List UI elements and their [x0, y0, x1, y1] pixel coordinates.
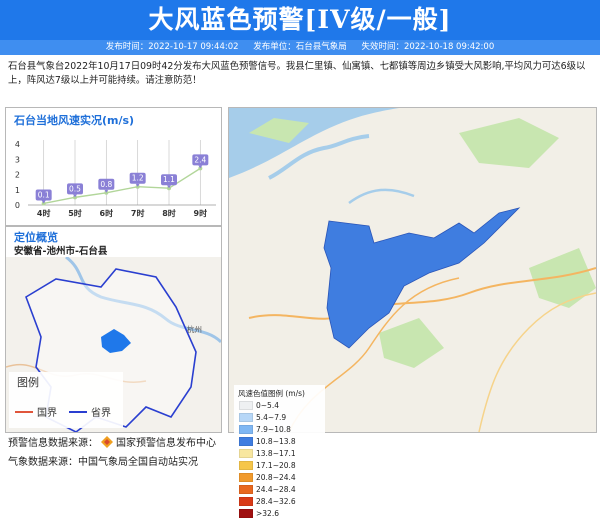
location-legend: 图例 国界 省界 — [9, 372, 123, 428]
wind-legend-row: 28.4~32.6 — [239, 496, 296, 506]
wind-legend-swatch — [239, 496, 253, 506]
wind-speed-chart-panel: 石台当地风速实况(m/s) 0 1 2 3 4 0.1 4时 0.5 5时 0.8 6时 1.2 7时 1… — [5, 107, 222, 226]
wind-legend-row: 13.8~17.1 — [239, 448, 296, 458]
legend-province-border: 省界 — [69, 404, 111, 419]
wind-legend-label: 24.4~28.4 — [256, 484, 296, 494]
warning-source-value[interactable]: 国家预警信息发布中心 — [116, 434, 216, 449]
warning-meta-bar: 发布时间：2022-10-17 09:44:02 发布单位：石台县气象局 失效时… — [0, 40, 600, 55]
data-label: 0.8 — [100, 180, 112, 189]
warning-source-label: 预警信息数据来源： — [8, 438, 98, 449]
title-banner: 大风蓝色预警[IV级/一般] — [0, 0, 600, 40]
wind-legend-swatch — [239, 400, 253, 410]
warning-title: 大风蓝色预警[IV级/一般] — [148, 5, 452, 34]
wind-legend-row: 20.8~24.4 — [239, 472, 296, 482]
wind-legend: 风速色值图例 (m/s) 0~5.4 5.4~7.9 7.9~10.8 10.8… — [234, 385, 325, 526]
wind-speed-chart: 0 1 2 3 4 0.1 4时 0.5 5时 0.8 6时 1.2 7时 1.1 8时 2.4 9时 — [15, 140, 216, 218]
wind-legend-label: 10.8~13.8 — [256, 436, 296, 446]
wind-legend-label: 13.8~17.1 — [256, 448, 296, 458]
y-tick-label: 0 — [15, 201, 20, 210]
province-border-swatch — [69, 410, 87, 413]
expire-time: 失效时间：2022-10-18 09:42:00 — [361, 42, 495, 52]
wind-legend-swatch — [239, 412, 253, 422]
wind-legend-row: 0~5.4 — [239, 400, 279, 410]
wind-legend-swatch — [239, 436, 253, 446]
province-border-label: 省界 — [91, 408, 111, 419]
wind-legend-row: >32.6 — [239, 508, 279, 518]
wind-legend-swatch — [239, 460, 253, 470]
wind-legend-swatch — [239, 424, 253, 434]
wind-legend-label: 0~5.4 — [256, 400, 279, 410]
city-label-hangzhou: 杭州 — [187, 324, 202, 334]
y-tick-label: 4 — [15, 140, 20, 149]
data-label: 1.2 — [132, 174, 144, 183]
wind-legend-row: 7.9~10.8 — [239, 424, 291, 434]
wind-legend-row: 5.4~7.9 — [239, 412, 286, 422]
weather-data-source: 气象数据来源：中国气象局全国自动站实况 — [8, 457, 198, 468]
wind-legend-label: 5.4~7.9 — [256, 412, 287, 422]
y-tick-label: 1 — [15, 186, 20, 195]
y-tick-label: 3 — [15, 155, 20, 164]
wind-legend-label: 7.9~10.8 — [256, 424, 291, 434]
x-tick-label: 5时 — [68, 208, 82, 218]
legend-national-border: 国界 — [15, 404, 57, 419]
wind-legend-label: 20.8~24.4 — [256, 472, 296, 482]
wind-legend-label: >32.6 — [256, 508, 279, 518]
wind-legend-swatch — [239, 484, 253, 494]
y-tick-label: 2 — [15, 171, 20, 180]
x-tick-label: 9时 — [194, 208, 208, 218]
data-label: 1.1 — [163, 175, 175, 184]
data-label: 0.5 — [69, 184, 81, 193]
wind-legend-title: 风速色值图例 (m/s) — [238, 389, 305, 398]
wind-legend-swatch — [239, 508, 253, 518]
wind-legend-label: 28.4~32.6 — [256, 496, 296, 506]
location-legend-title: 图例 — [17, 376, 39, 389]
data-label: 0.1 — [38, 190, 50, 199]
x-tick-label: 4时 — [37, 208, 51, 218]
wind-speed-map[interactable] — [229, 108, 596, 432]
wind-legend-row: 10.8~13.8 — [239, 436, 296, 446]
national-border-label: 国界 — [37, 408, 57, 419]
data-label: 2.4 — [194, 155, 206, 164]
warning-source-line: 预警信息数据来源： 国家预警信息发布中心 — [8, 434, 216, 449]
publish-time: 发布时间：2022-10-17 09:44:02 — [105, 42, 239, 52]
wind-legend-label: 17.1~20.8 — [256, 460, 296, 470]
wind-legend-swatch — [239, 448, 253, 458]
x-tick-label: 6时 — [100, 208, 114, 218]
wind-legend-row: 24.4~28.4 — [239, 484, 296, 494]
wind-legend-swatch — [239, 472, 253, 482]
wind-legend-row: 17.1~20.8 — [239, 460, 296, 470]
warning-description: 石台县气象台2022年10月17日09时42分发布大风蓝色预警信号。我县仁里镇、… — [8, 61, 586, 86]
location-region: 安徽省-池州市-石台县 — [14, 246, 108, 257]
x-tick-label: 8时 — [162, 208, 176, 218]
publisher: 发布单位：石台县气象局 — [253, 42, 347, 52]
national-border-swatch — [15, 410, 33, 413]
location-overview-panel: 定位概览 安徽省-池州市-石台县 杭州 图例 国界 省界 — [5, 226, 222, 433]
wind-speed-map-panel: 风速色值图例 (m/s) 0~5.4 5.4~7.9 7.9~10.8 10.8… — [228, 107, 597, 526]
warning-center-logo-icon — [101, 435, 113, 448]
x-tick-label: 7时 — [131, 208, 145, 218]
